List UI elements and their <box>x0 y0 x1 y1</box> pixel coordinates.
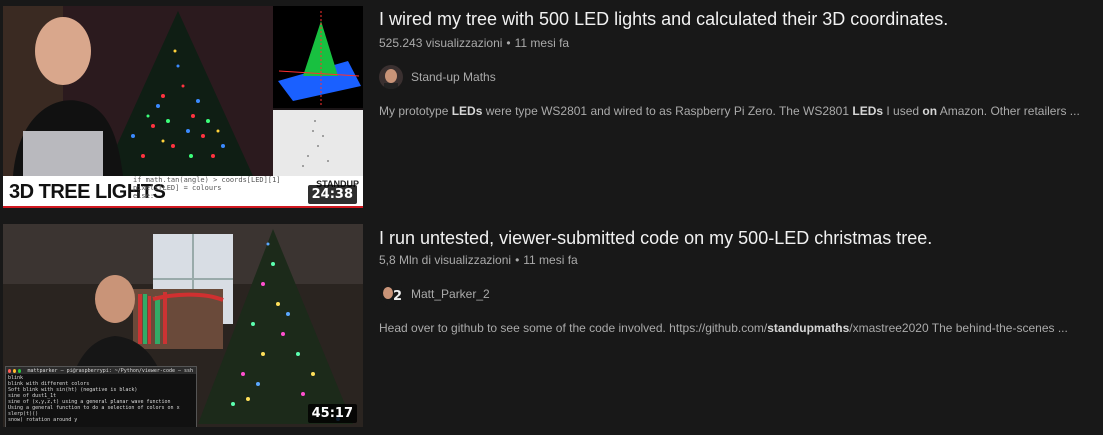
description-text: Amazon. Other retailers ... <box>937 104 1080 118</box>
description-highlight: on <box>922 104 938 118</box>
code-line: pixels[LED] = colours <box>133 184 222 192</box>
video-description: My prototype LEDs were type WS2801 and w… <box>379 104 1080 118</box>
duration-badge: 45:17 <box>307 404 357 423</box>
video-description: Head over to github to see some of the c… <box>379 321 1068 335</box>
description-text: /xmastree2020 The behind-the-scenes ... <box>849 321 1068 335</box>
maximize-dot-icon <box>18 368 22 373</box>
description-highlight: LEDs <box>451 104 483 118</box>
minimize-dot-icon <box>13 368 17 373</box>
upload-age: 11 mesi fa <box>514 36 570 50</box>
video-thumbnail[interactable]: 3D TREE LIGHTS if math.tan(angle) > coor… <box>3 6 363 208</box>
channel-link[interactable]: Stand-up Maths <box>379 65 496 89</box>
terminal-output: blink blink with different colors Soft b… <box>6 374 196 424</box>
terminal-titlebar: mattparker — pi@raspberrypi: ~/Python/vi… <box>6 367 196 374</box>
svg-text:2: 2 <box>393 289 402 304</box>
duration-badge: 24:38 <box>307 185 357 204</box>
code-line: else: <box>133 192 155 200</box>
thumbnail-code: if math.tan(angle) > coords[LED][1] pixe… <box>133 176 281 200</box>
description-text: were type WS2801 and wired to as Raspber… <box>482 104 853 118</box>
channel-name[interactable]: Matt_Parker_2 <box>411 287 490 301</box>
channel-link[interactable]: 2 Matt_Parker_2 <box>379 282 490 306</box>
description-text: Head over to github to see some of the c… <box>379 321 768 335</box>
meta-separator: • <box>506 36 511 50</box>
video-result[interactable]: 3D TREE LIGHTS if math.tan(angle) > coor… <box>0 0 1103 212</box>
upload-age: 11 mesi fa <box>523 253 578 267</box>
video-title[interactable]: I wired my tree with 500 LED lights and … <box>379 9 948 30</box>
terminal-window: mattparker — pi@raspberrypi: ~/Python/vi… <box>5 366 197 427</box>
video-result[interactable]: mattparker — pi@raspberrypi: ~/Python/vi… <box>0 224 1103 430</box>
video-title[interactable]: I run untested, viewer-submitted code on… <box>379 228 932 249</box>
description-text: My prototype <box>379 104 452 118</box>
terminal-title: mattparker — pi@raspberrypi: ~/Python/vi… <box>27 367 196 374</box>
close-dot-icon <box>8 368 12 373</box>
code-line: if math.tan(angle) > coords[LED][1] <box>133 176 281 184</box>
description-text: I used <box>883 104 923 118</box>
description-highlight: standupmaths <box>767 321 850 335</box>
channel-avatar[interactable] <box>379 65 403 89</box>
video-meta: 5,8 Mln di visualizzazioni • 11 mesi fa <box>379 253 578 267</box>
description-highlight: LEDs <box>852 104 884 118</box>
view-count: 525.243 visualizzazioni <box>379 36 503 50</box>
view-count: 5,8 Mln di visualizzazioni <box>379 253 512 267</box>
meta-separator: • <box>515 253 520 267</box>
video-thumbnail[interactable]: mattparker — pi@raspberrypi: ~/Python/vi… <box>3 224 363 427</box>
video-meta: 525.243 visualizzazioni • 11 mesi fa <box>379 36 569 50</box>
channel-name[interactable]: Stand-up Maths <box>411 70 496 84</box>
channel-avatar[interactable]: 2 <box>379 282 403 306</box>
terminal-line: snow) rotation around y <box>8 417 78 423</box>
